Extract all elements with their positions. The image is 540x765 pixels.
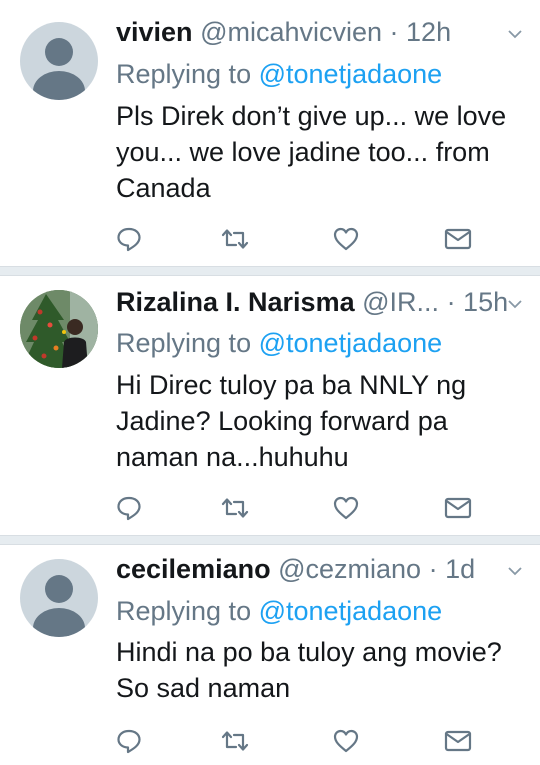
tweet-text: Hindi na po ba tuloy ang movie? So sad n… <box>116 634 516 706</box>
like-icon[interactable] <box>333 226 359 252</box>
replying-prefix: Replying to <box>116 328 252 358</box>
replying-to: Replying to @tonetjadaone <box>116 327 442 359</box>
like-icon[interactable] <box>333 728 359 754</box>
tweet-text-line: naman na...huhuhu <box>116 442 349 472</box>
retweet-icon[interactable] <box>220 226 250 252</box>
like-icon[interactable] <box>333 495 359 521</box>
timestamp[interactable]: · 15h <box>447 287 509 317</box>
reply-icon[interactable] <box>116 226 142 252</box>
author-name[interactable]: Rizalina I. Narisma <box>116 287 355 317</box>
tweet-actions <box>116 728 486 754</box>
tweet-text: Hi Direc tuloy pa ba NNLY ng Jadine? Loo… <box>116 367 516 475</box>
author-handle[interactable]: @micahvicvien <box>200 17 382 47</box>
chevron-down-icon[interactable] <box>508 27 522 41</box>
default-avatar-icon[interactable] <box>20 559 98 637</box>
replying-to: Replying to @tonetjadaone <box>116 58 442 90</box>
default-avatar-icon[interactable] <box>20 22 98 100</box>
author-handle[interactable]: @cezmiano <box>278 554 421 584</box>
timestamp[interactable]: · 12h <box>390 17 452 47</box>
replying-prefix: Replying to <box>116 59 252 89</box>
reply-icon[interactable] <box>116 728 142 754</box>
tweet-text: Pls Direk don’t give up... we love you..… <box>116 98 516 206</box>
dm-icon[interactable] <box>444 728 472 754</box>
tweet-text-line: So sad naman <box>116 673 291 703</box>
mention-link[interactable]: @tonetjadaone <box>259 59 443 89</box>
author-handle[interactable]: @IR... <box>362 287 439 317</box>
tweet-text-line: Hindi na po ba tuloy ang movie? <box>116 637 502 667</box>
tweet-card[interactable]: cecilemiano @cezmiano · 1d Replying to @… <box>0 545 540 765</box>
tweet-divider <box>0 535 540 545</box>
tweet-text-line: Canada <box>116 173 211 203</box>
chevron-down-icon[interactable] <box>508 564 522 578</box>
replying-to: Replying to @tonetjadaone <box>116 595 442 627</box>
dm-icon[interactable] <box>444 495 472 521</box>
dm-icon[interactable] <box>444 226 472 252</box>
user-avatar-photo[interactable] <box>20 290 98 368</box>
tweet-text-line: Jadine? Looking forward pa <box>116 406 448 436</box>
tweet-actions <box>116 495 486 521</box>
tweet-card[interactable]: vivien @micahvicvien · 12h Replying to @… <box>0 0 540 266</box>
tweet-header: vivien @micahvicvien · 12h <box>116 16 510 48</box>
mention-link[interactable]: @tonetjadaone <box>259 596 443 626</box>
mention-link[interactable]: @tonetjadaone <box>259 328 443 358</box>
tweet-text-line: you... we love jadine too... from <box>116 137 490 167</box>
retweet-icon[interactable] <box>220 728 250 754</box>
tweet-text-line: Pls Direk don’t give up... we love <box>116 101 507 131</box>
author-name[interactable]: vivien <box>116 17 193 47</box>
chevron-down-icon[interactable] <box>508 297 522 311</box>
tweet-card[interactable]: Rizalina I. Narisma @IR... · 15h Replyin… <box>0 276 540 535</box>
replying-prefix: Replying to <box>116 596 252 626</box>
tweet-divider <box>0 266 540 276</box>
timestamp[interactable]: · 1d <box>429 554 476 584</box>
tweet-header: cecilemiano @cezmiano · 1d <box>116 553 510 585</box>
avatar-photo-image <box>20 290 98 368</box>
tweet-header: Rizalina I. Narisma @IR... · 15h <box>116 286 510 318</box>
author-name[interactable]: cecilemiano <box>116 554 271 584</box>
reply-icon[interactable] <box>116 495 142 521</box>
tweet-actions <box>116 226 486 252</box>
retweet-icon[interactable] <box>220 495 250 521</box>
tweet-text-line: Hi Direc tuloy pa ba NNLY ng <box>116 370 467 400</box>
